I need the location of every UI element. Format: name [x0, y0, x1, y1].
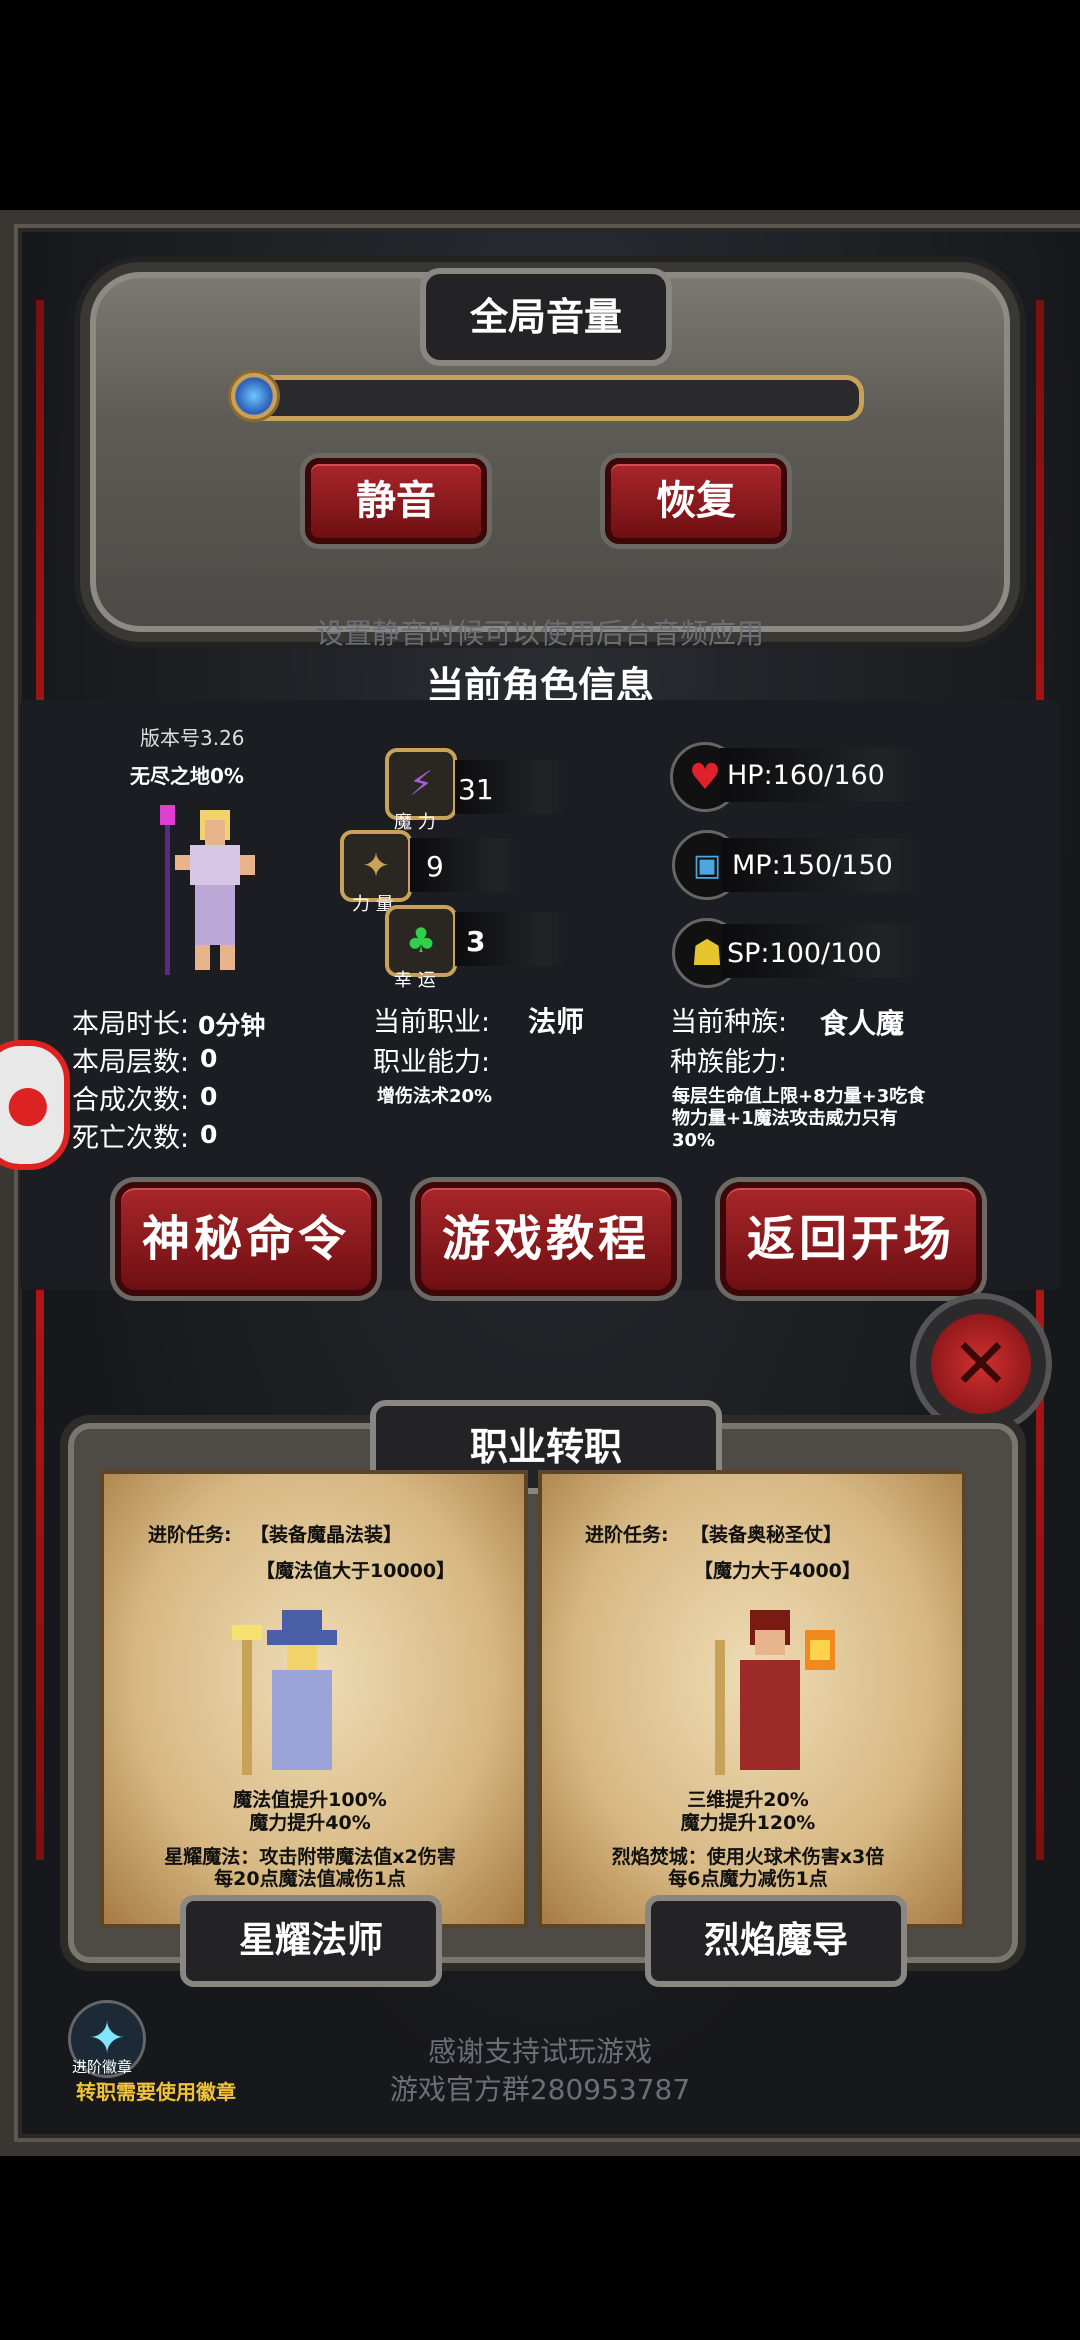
sp-value: SP:100/100	[727, 938, 882, 969]
volume-slider[interactable]	[232, 375, 864, 421]
secret-command-button[interactable]: 神秘命令	[115, 1182, 377, 1296]
endless-progress: 无尽之地0%	[130, 764, 244, 788]
restore-button[interactable]: 恢复	[605, 458, 787, 544]
run-time-value: 0分钟	[198, 1011, 266, 1040]
flame-mage-sprite	[715, 1610, 835, 1775]
profile-side-tab[interactable]: ●	[0, 1040, 70, 1170]
close-icon: ✕	[931, 1314, 1031, 1414]
floors-value: 0	[200, 1044, 218, 1073]
tutorial-button[interactable]: 游戏教程	[415, 1182, 677, 1296]
race-value: 食人魔	[820, 1007, 905, 1040]
starlight-mage-sprite	[232, 1610, 337, 1775]
close-button[interactable]: ✕	[910, 1293, 1052, 1435]
race-ability-label: 种族能力:	[670, 1047, 788, 1078]
footer-group: 游戏官方群280953787	[389, 2073, 691, 2106]
left-quest-label: 进阶任务:	[148, 1524, 232, 1546]
right-skill-2: 每6点魔力减伤1点	[668, 1868, 828, 1890]
merge-label: 合成次数:	[72, 1085, 190, 1116]
luck-stat-label: 幸 运	[394, 970, 436, 991]
death-value: 0	[200, 1120, 218, 1149]
volume-slider-knob[interactable]	[228, 370, 280, 422]
starlight-mage-button[interactable]: 星耀法师	[180, 1895, 442, 1987]
mp-value: MP:150/150	[732, 850, 893, 881]
job-value: 法师	[528, 1005, 585, 1038]
character-sprite	[160, 805, 255, 975]
back-to-start-button[interactable]: 返回开场	[720, 1182, 982, 1296]
mute-note: 设置静音时候可以使用后台音频应用	[315, 617, 764, 650]
right-bonus-2: 魔力提升120%	[680, 1812, 816, 1834]
footer-thanks: 感谢支持试玩游戏	[427, 2035, 652, 2068]
floors-label: 本局层数:	[72, 1047, 190, 1078]
race-ability-value: 每层生命值上限+8力量+3吃食物力量+1魔法攻击威力只有30%	[672, 1086, 926, 1151]
magic-stat-value: 31	[458, 773, 494, 806]
job-ability-label: 职业能力:	[373, 1047, 491, 1078]
job-label: 当前职业:	[373, 1007, 491, 1038]
right-quest-2: 【魔力大于4000】	[694, 1560, 861, 1582]
version-label: 版本号3.26	[140, 726, 245, 750]
mute-button[interactable]: 静音	[305, 458, 487, 544]
death-label: 死亡次数:	[72, 1123, 190, 1154]
user-icon: ●	[6, 1074, 50, 1132]
job-ability-value: 增伤法术20%	[377, 1086, 493, 1107]
strength-stat-value: 9	[426, 850, 444, 883]
left-bonus-2: 魔力提升40%	[249, 1812, 371, 1834]
run-time-label: 本局时长:	[72, 1009, 190, 1040]
right-quest-1: 【装备奥秘圣仗】	[690, 1524, 843, 1546]
left-quest-1: 【装备魔晶法装】	[250, 1524, 403, 1546]
right-quest-label: 进阶任务:	[585, 1524, 669, 1546]
merge-value: 0	[200, 1082, 218, 1111]
race-label: 当前种族:	[670, 1007, 788, 1038]
hp-value: HP:160/160	[727, 760, 885, 791]
luck-stat-value: 3	[466, 925, 486, 958]
left-quest-2: 【魔法值大于10000】	[256, 1560, 456, 1582]
volume-title: 全局音量	[420, 268, 672, 366]
flame-mage-button[interactable]: 烈焰魔导	[645, 1895, 907, 1987]
left-skill-2: 每20点魔法值减伤1点	[214, 1868, 406, 1890]
